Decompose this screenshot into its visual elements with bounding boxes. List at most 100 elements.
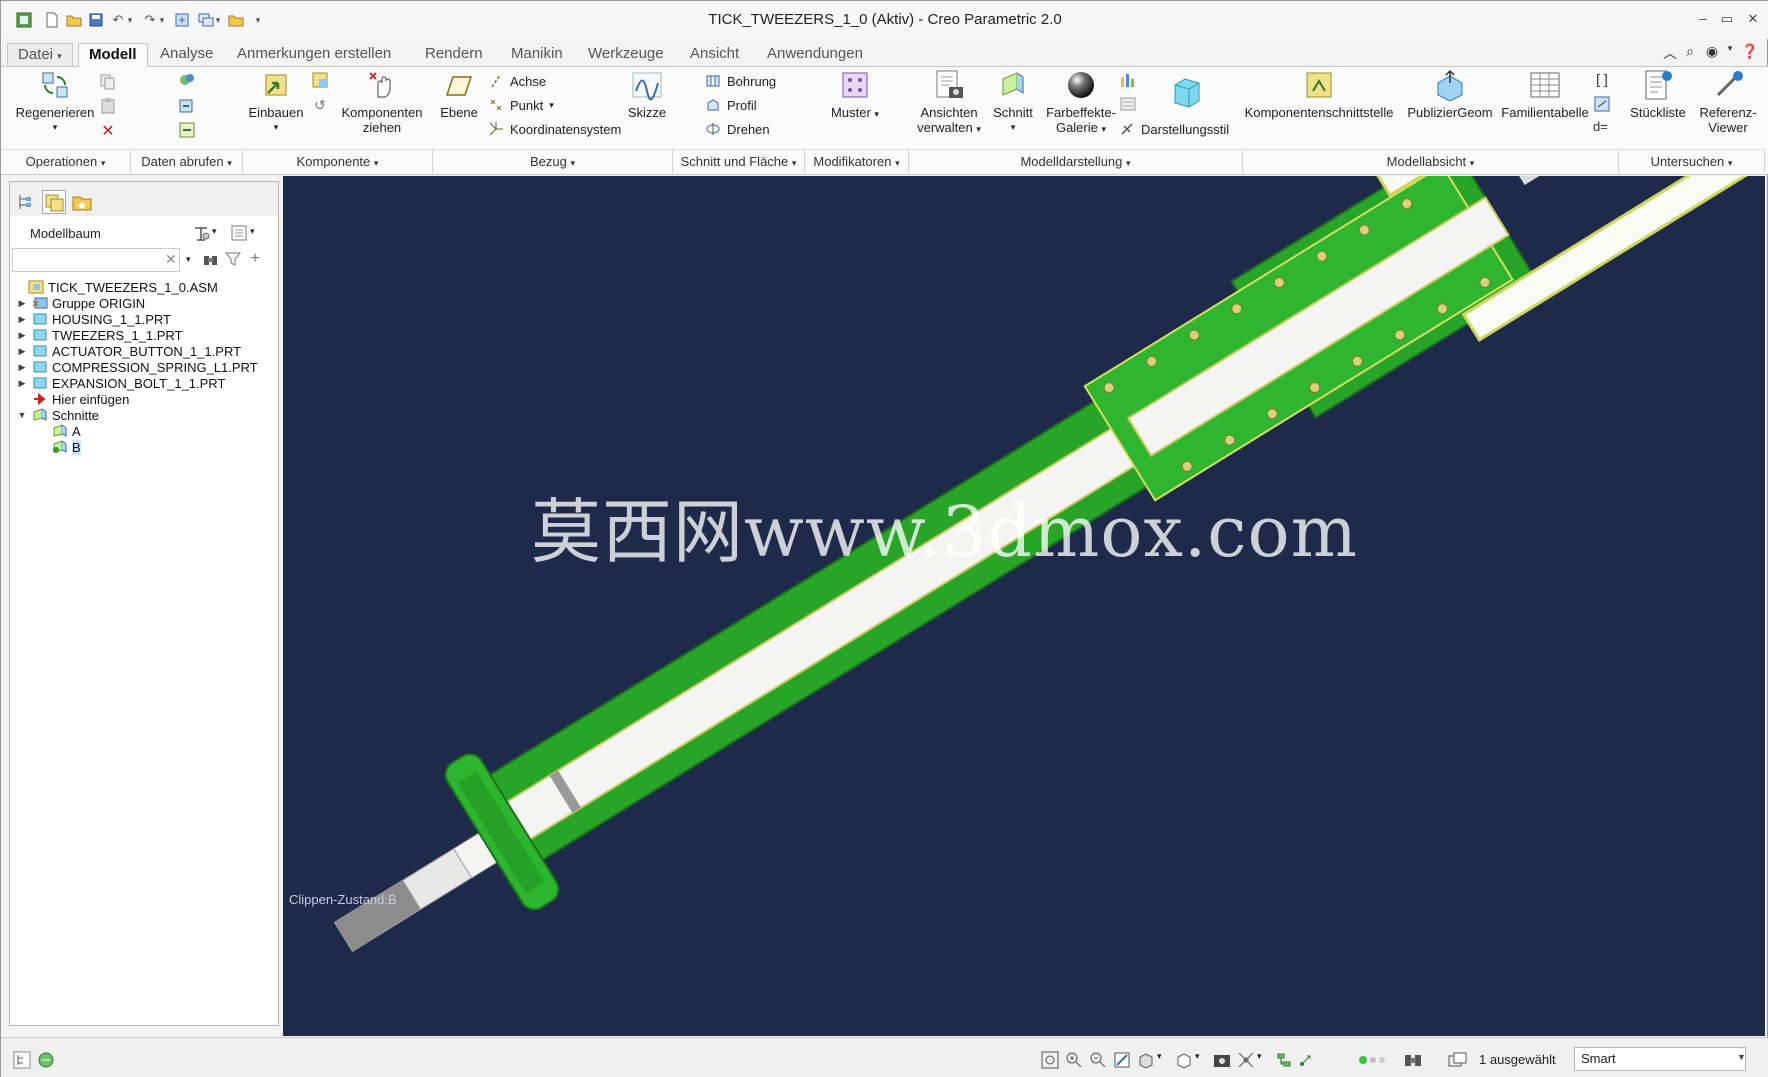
annotation-display-icon[interactable] (1275, 1051, 1293, 1069)
browser-toggle-icon[interactable] (37, 1051, 55, 1069)
add-icon[interactable]: + (246, 250, 264, 268)
ebene-button[interactable]: Ebene (435, 69, 483, 120)
merge-inheritance-icon[interactable] (178, 121, 196, 139)
relations-icon[interactable]: d= (1593, 119, 1611, 137)
delete-icon[interactable]: ✕ (99, 121, 117, 140)
maximize-button[interactable]: ▭ (1715, 11, 1739, 29)
tab-werkzeuge[interactable]: Werkzeuge (578, 43, 674, 67)
parameters-icon[interactable]: [ ] (1593, 71, 1611, 89)
refit-icon[interactable] (1041, 1051, 1059, 1069)
show-columns-icon[interactable] (230, 224, 248, 242)
zoom-in-icon[interactable] (1065, 1051, 1083, 1069)
tab-manikin[interactable]: Manikin (501, 43, 573, 67)
saved-views-icon[interactable] (1175, 1051, 1193, 1069)
repaint-icon[interactable] (1113, 1051, 1131, 1069)
community-icon[interactable]: ◉ (1703, 43, 1721, 61)
display-style-dropdown-icon[interactable]: ▾ (1157, 1051, 1175, 1069)
selection-icon[interactable] (1447, 1051, 1471, 1069)
navigator-toggle-icon[interactable] (13, 1051, 31, 1069)
expand-icon[interactable]: ▶ (16, 298, 28, 309)
tab-rendern[interactable]: Rendern (415, 43, 493, 67)
paste-icon[interactable] (99, 97, 117, 115)
favorites-tab-icon[interactable] (70, 190, 94, 214)
datum-display-icon[interactable] (1237, 1051, 1255, 1069)
schnitt-button[interactable]: Schnitt ▾ (989, 69, 1037, 135)
group-komponente[interactable]: Komponente ▾ (243, 149, 433, 173)
achse-button[interactable]: Achse (488, 73, 546, 89)
close-button[interactable]: ✕ (1741, 11, 1765, 29)
tab-modell[interactable]: Modell (78, 43, 148, 67)
drehen-button[interactable]: Drehen (705, 121, 770, 137)
help-icon[interactable]: ❓ (1741, 43, 1759, 61)
community-dropdown-icon[interactable]: ▾ (1721, 43, 1739, 61)
search-icon[interactable]: ⌕ (1681, 43, 1699, 61)
expand-icon[interactable]: ▶ (16, 346, 28, 357)
familientabelle-button[interactable]: Familientabelle (1497, 69, 1593, 120)
model-tree-search-input[interactable] (12, 248, 180, 272)
muster-button[interactable]: Muster ▾ (821, 69, 889, 122)
graphics-window[interactable]: 莫西网www.3dmox.com Clippen-Zustand:B (283, 176, 1765, 1036)
bohrung-button[interactable]: Bohrung (705, 73, 776, 89)
minimize-ribbon-icon[interactable]: ︿ (1661, 43, 1679, 61)
datum-display-dropdown-icon[interactable]: ▾ (1257, 1051, 1275, 1069)
minimize-button[interactable]: – (1691, 11, 1715, 29)
tab-datei[interactable]: Datei ▾ (7, 43, 73, 67)
display-list-icon[interactable] (1119, 95, 1137, 113)
tree-item-section-b[interactable]: B (48, 438, 81, 456)
find-status-icon[interactable] (1401, 1051, 1427, 1069)
folder-browser-tab-icon[interactable] (42, 190, 66, 214)
copy-geometry-icon[interactable] (178, 71, 196, 89)
view-manager-icon[interactable] (1213, 1051, 1231, 1069)
darstellungsstil-button[interactable]: Darstellungsstil (1119, 121, 1229, 137)
koordinatensystem-button[interactable]: Koordinatensystem (488, 121, 621, 137)
filter-icon[interactable] (224, 250, 242, 268)
find-icon[interactable] (202, 250, 220, 268)
punkt-button[interactable]: Punkt ▾ (488, 97, 554, 113)
copy-icon[interactable] (99, 73, 117, 91)
referenz-viewer-button[interactable]: Referenz- Viewer (1691, 69, 1765, 135)
clear-search-icon[interactable]: ✕ (165, 251, 177, 268)
tree-settings-dropdown-icon[interactable]: ▾ (212, 226, 230, 244)
shrinkwrap-icon[interactable] (178, 97, 196, 115)
group-modifikatoren[interactable]: Modifikatoren ▾ (805, 149, 909, 173)
spin-center-icon[interactable] (1297, 1051, 1315, 1069)
switch-dimensions-icon[interactable] (1593, 95, 1611, 113)
expand-icon[interactable]: ▶ (16, 362, 28, 373)
group-operationen[interactable]: Operationen ▾ (1, 149, 131, 173)
display-style-icon[interactable] (1137, 1051, 1155, 1069)
einbauen-button[interactable]: Einbauen ▾ (241, 69, 311, 135)
show-dropdown-icon[interactable]: ▾ (250, 226, 268, 244)
publiziergeom-button[interactable]: PublizierGeom (1403, 69, 1497, 120)
selection-filter-select[interactable]: Smart (1574, 1047, 1746, 1071)
group-modelldarstellung[interactable]: Modelldarstellung ▾ (909, 149, 1243, 173)
group-daten-abrufen[interactable]: Daten abrufen ▾ (131, 149, 243, 173)
tab-ansicht[interactable]: Ansicht (680, 43, 749, 67)
ansichten-verwalten-button[interactable]: Ansichten verwalten ▾ (909, 69, 989, 137)
model-tree-tab-icon[interactable] (14, 190, 38, 214)
group-untersuchen[interactable]: Untersuchen ▾ (1619, 149, 1765, 173)
create-component-icon[interactable] (311, 71, 329, 89)
tree-settings-icon[interactable] (192, 224, 210, 242)
collapse-icon[interactable]: ▼ (16, 410, 28, 420)
perspective-icon[interactable] (1119, 71, 1137, 89)
zoom-out-icon[interactable] (1089, 1051, 1107, 1069)
group-modellabsicht[interactable]: Modellabsicht ▾ (1243, 149, 1619, 173)
expand-icon[interactable]: ▶ (16, 378, 28, 389)
farbeffekte-galerie-button[interactable]: Farbeffekte- Galerie ▾ (1041, 69, 1121, 137)
komponentenschnittstelle-button[interactable]: Komponentenschnittstelle (1239, 69, 1399, 120)
stueckliste-button[interactable]: Stückliste (1621, 69, 1695, 120)
expand-icon[interactable]: ▶ (16, 314, 28, 325)
tab-anwendungen[interactable]: Anwendungen (757, 43, 873, 67)
group-bezug[interactable]: Bezug ▾ (433, 149, 673, 173)
profil-button[interactable]: Profil (705, 97, 757, 113)
tab-anmerkungen-erstellen[interactable]: Anmerkungen erstellen (227, 43, 401, 67)
skizze-button[interactable]: Skizze (621, 69, 673, 120)
saved-views-dropdown-icon[interactable]: ▾ (1195, 1051, 1213, 1069)
tab-analyse[interactable]: Analyse (150, 43, 223, 67)
expand-icon[interactable]: ▶ (16, 330, 28, 341)
named-view-icon[interactable] (1169, 73, 1205, 109)
chevron-down-icon[interactable]: ▼ (1737, 1052, 1746, 1062)
regenerieren-button[interactable]: Regenerieren ▾ (15, 69, 95, 135)
repeat-icon[interactable]: ↺ (311, 97, 329, 115)
komponenten-ziehen-button[interactable]: Komponenten ziehen (337, 69, 427, 135)
